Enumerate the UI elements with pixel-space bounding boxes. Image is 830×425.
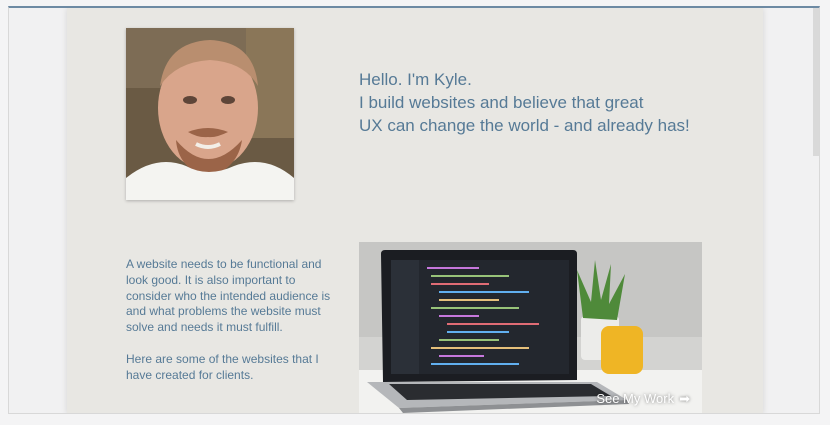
intro-paragraph-2: Here are some of the websites that I hav… bbox=[126, 351, 319, 382]
see-my-work-label[interactable]: See My Work ➡ bbox=[596, 391, 690, 406]
intro-text: A website needs to be functional and loo… bbox=[126, 257, 336, 399]
intro-paragraph-1: A website needs to be functional and loo… bbox=[126, 257, 331, 335]
browser-viewport: Hello. I'm Kyle. I build websites and be… bbox=[8, 6, 820, 414]
hero-text: Hello. I'm Kyle. I build websites and be… bbox=[359, 68, 749, 137]
scrollbar[interactable] bbox=[813, 8, 819, 156]
hero-line-1: Hello. I'm Kyle. bbox=[359, 70, 472, 89]
page-content: Hello. I'm Kyle. I build websites and be… bbox=[67, 8, 763, 413]
hero-line-3: UX can change the world - and already ha… bbox=[359, 116, 690, 135]
arrow-right-icon: ➡ bbox=[679, 391, 690, 406]
profile-photo bbox=[126, 28, 294, 200]
see-my-work-text: See My Work bbox=[596, 391, 675, 406]
see-my-work-link[interactable]: See My Work ➡ bbox=[359, 242, 702, 413]
hero-line-2: I build websites and believe that great bbox=[359, 93, 644, 112]
